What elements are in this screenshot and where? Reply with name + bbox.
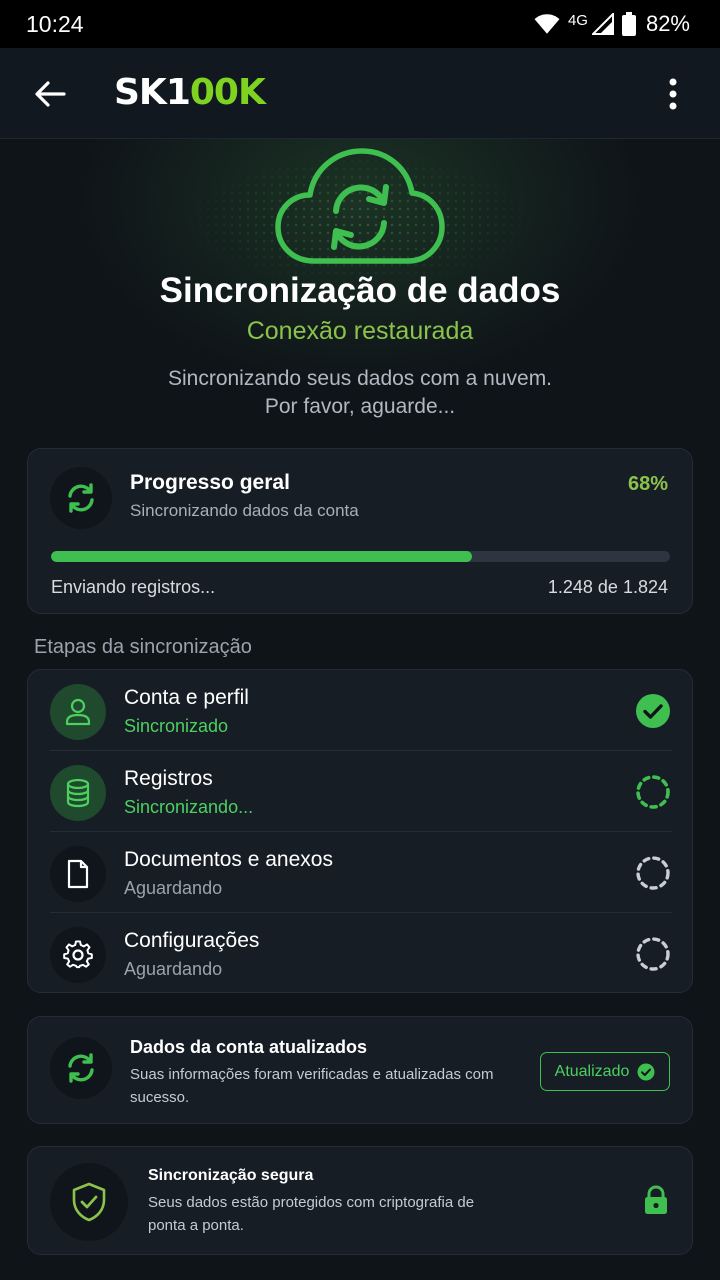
step-status: Aguardando	[124, 878, 223, 898]
account-updated-title: Dados da conta atualizados	[130, 1037, 368, 1057]
sync-steps-card: Conta e perfil Sincronizado Registros Si…	[27, 669, 693, 993]
step-settings[interactable]: Configurações Aguardando	[28, 913, 694, 994]
step-title: Conta e perfil	[124, 686, 249, 709]
database-icon	[66, 778, 90, 808]
progress-subtitle: Sincronizando dados da conta	[130, 501, 359, 520]
updated-icon-wrapper	[50, 1037, 112, 1099]
secure-sync-title: Sincronização segura	[148, 1167, 314, 1184]
updated-badge-label: Atualizado	[554, 1062, 630, 1080]
shield-check-icon	[72, 1182, 106, 1222]
logo-text-white: SK1	[114, 72, 191, 113]
step-account-profile[interactable]: Conta e perfil Sincronizado	[28, 670, 694, 751]
check-circle-icon	[637, 1063, 655, 1080]
step-documents[interactable]: Documentos e anexos Aguardando	[28, 832, 694, 913]
back-button[interactable]	[30, 76, 70, 112]
document-icon	[67, 859, 89, 889]
account-updated-description: Suas informações foram verificadas e atu…	[130, 1066, 494, 1106]
account-updated-card: Dados da conta atualizados Suas informaç…	[27, 1016, 693, 1124]
step-title: Configurações	[124, 929, 260, 952]
sync-icon	[68, 1053, 94, 1083]
progress-bar	[51, 551, 670, 562]
sync-icon	[68, 483, 94, 513]
progress-percent: 68%	[627, 473, 668, 495]
step-status: Sincronizado	[124, 716, 229, 736]
progress-status: Enviando registros...	[51, 577, 216, 597]
more-options-button[interactable]	[656, 76, 690, 112]
logo-text-green: 00K	[189, 72, 266, 113]
sync-description-line-1: Sincronizando seus dados com a nuvem.	[167, 367, 553, 390]
loading-spinner-icon	[636, 775, 670, 809]
step-records[interactable]: Registros Sincronizando...	[28, 751, 694, 832]
step-icon-wrapper	[50, 927, 106, 983]
more-vertical-icon	[669, 78, 677, 110]
page-title: Sincronização de dados	[159, 271, 561, 310]
overall-progress-card: Progresso geral Sincronizando dados da c…	[27, 448, 693, 614]
status-bar: 10:24 4G 82%	[0, 0, 720, 48]
lock-icon	[645, 1185, 667, 1214]
cloud-sync-icon	[275, 148, 445, 264]
app-bar: SK100K	[0, 48, 720, 139]
gear-icon	[63, 940, 93, 969]
signal-icon	[591, 13, 614, 35]
sync-description-line-2: Por favor, aguarde...	[264, 395, 456, 418]
progress-bar-fill	[51, 551, 472, 562]
battery-level: 82%	[645, 11, 690, 36]
pending-circle-icon	[636, 937, 670, 971]
step-status: Sincronizando...	[124, 797, 254, 817]
progress-count: 1.248 de 1.824	[547, 577, 668, 597]
status-time: 10:24	[26, 10, 84, 37]
wifi-icon	[534, 14, 560, 34]
progress-title: Progresso geral	[130, 471, 290, 494]
step-title: Registros	[124, 767, 213, 790]
step-icon-wrapper	[50, 684, 106, 740]
updated-badge: Atualizado	[540, 1052, 670, 1091]
battery-icon	[621, 12, 636, 36]
steps-section-label: Etapas da sincronização	[34, 636, 252, 658]
step-title: Documentos e anexos	[124, 848, 333, 871]
status-icons: 4G 82%	[534, 11, 690, 37]
sync-description: Sincronizando seus dados com a nuvem. Po…	[0, 365, 720, 421]
secure-sync-card: Sincronização segura Seus dados estão pr…	[27, 1146, 693, 1255]
app-logo: SK100K	[114, 72, 266, 113]
step-status: Aguardando	[124, 959, 223, 979]
sync-hero: Sincronização de dados Conexão restaurad…	[0, 139, 720, 439]
progress-icon-wrapper	[50, 467, 112, 529]
network-type: 4G	[567, 11, 588, 29]
check-circle-icon	[636, 694, 670, 728]
user-icon	[65, 698, 91, 726]
connection-status: Conexão restaurada	[246, 317, 474, 345]
pending-circle-icon	[636, 856, 670, 890]
step-icon-wrapper	[50, 765, 106, 821]
step-icon-wrapper	[50, 846, 106, 902]
shield-icon-wrapper	[50, 1163, 128, 1241]
arrow-left-icon	[35, 81, 66, 107]
secure-sync-description: Seus dados estão protegidos com criptogr…	[148, 1194, 475, 1234]
